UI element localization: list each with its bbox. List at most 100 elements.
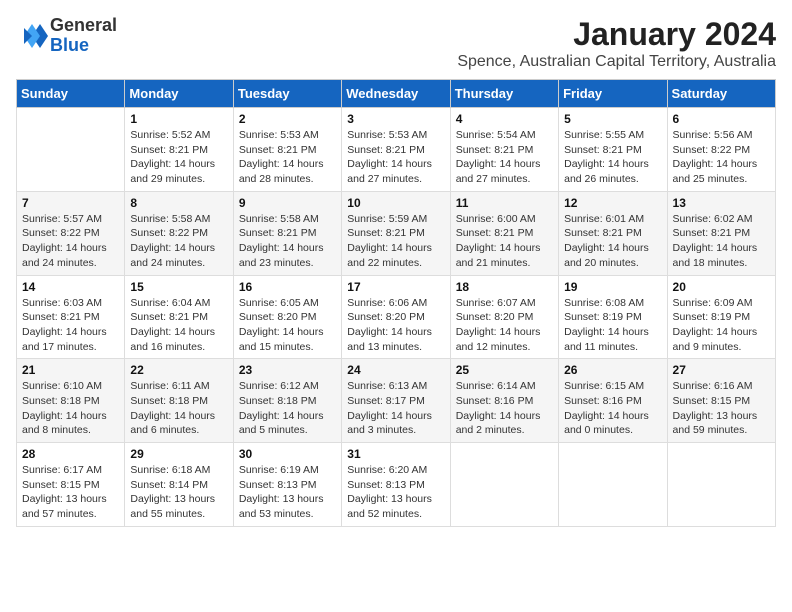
header-saturday: Saturday [667, 80, 775, 108]
day-number: 26 [564, 363, 661, 377]
logo-blue: Blue [50, 36, 117, 56]
day-info: Sunrise: 6:09 AMSunset: 8:19 PMDaylight:… [673, 296, 770, 355]
day-number: 30 [239, 447, 336, 461]
calendar-cell: 29 Sunrise: 6:18 AMSunset: 8:14 PMDayligh… [125, 443, 233, 527]
logo: General Blue [16, 16, 117, 56]
calendar-week-2: 7 Sunrise: 5:57 AMSunset: 8:22 PMDaylight… [17, 191, 776, 275]
calendar-cell: 13Sunrise: 6:02 AMSunset: 8:21 PMDayligh… [667, 191, 775, 275]
header-friday: Friday [559, 80, 667, 108]
calendar-cell: 7 Sunrise: 5:57 AMSunset: 8:22 PMDaylight… [17, 191, 125, 275]
calendar-cell: 11Sunrise: 6:00 AMSunset: 8:21 PMDayligh… [450, 191, 558, 275]
calendar-cell: 23Sunrise: 6:12 AMSunset: 8:18 PMDayligh… [233, 359, 341, 443]
calendar-header-row: SundayMondayTuesdayWednesdayThursdayFrid… [17, 80, 776, 108]
day-info: Sunrise: 5:53 AMSunset: 8:21 PMDaylight:… [239, 128, 336, 187]
calendar-cell: 18 Sunrise: 6:07 AMSunset: 8:20 PMDayligh… [450, 275, 558, 359]
day-info: Sunrise: 6:10 AMSunset: 8:18 PMDaylight:… [22, 379, 119, 438]
day-number: 23 [239, 363, 336, 377]
calendar-cell: 6Sunrise: 5:56 AMSunset: 8:22 PMDaylight… [667, 108, 775, 192]
calendar-cell: 27Sunrise: 6:16 AMSunset: 8:15 PMDayligh… [667, 359, 775, 443]
calendar-cell: 15 Sunrise: 6:04 AMSunset: 8:21 PMDayligh… [125, 275, 233, 359]
calendar-week-5: 28 Sunrise: 6:17 AMSunset: 8:15 PMDayligh… [17, 443, 776, 527]
day-info: Sunrise: 5:54 AMSunset: 8:21 PMDaylight:… [456, 128, 553, 187]
logo-general: General [50, 16, 117, 36]
day-number: 5 [564, 112, 661, 126]
day-number: 14 [22, 280, 119, 294]
day-number: 27 [673, 363, 770, 377]
day-number: 25 [456, 363, 553, 377]
day-number: 10 [347, 196, 444, 210]
day-number: 7 [22, 196, 119, 210]
day-number: 8 [130, 196, 227, 210]
day-number: 17 [347, 280, 444, 294]
day-number: 9 [239, 196, 336, 210]
day-info: Sunrise: 5:58 AMSunset: 8:21 PMDaylight:… [239, 212, 336, 271]
day-info: Sunrise: 6:11 AMSunset: 8:18 PMDaylight:… [130, 379, 227, 438]
header-tuesday: Tuesday [233, 80, 341, 108]
calendar-week-3: 14 Sunrise: 6:03 AMSunset: 8:21 PMDayligh… [17, 275, 776, 359]
day-number: 29 [130, 447, 227, 461]
day-info: Sunrise: 5:59 AMSunset: 8:21 PMDaylight:… [347, 212, 444, 271]
day-number: 1 [130, 112, 227, 126]
day-number: 12 [564, 196, 661, 210]
calendar-cell: 14 Sunrise: 6:03 AMSunset: 8:21 PMDayligh… [17, 275, 125, 359]
day-info: Sunrise: 5:53 AMSunset: 8:21 PMDaylight:… [347, 128, 444, 187]
header-wednesday: Wednesday [342, 80, 450, 108]
calendar-cell [450, 443, 558, 527]
calendar-week-4: 21 Sunrise: 6:10 AMSunset: 8:18 PMDayligh… [17, 359, 776, 443]
calendar-cell: 24 Sunrise: 6:13 AMSunset: 8:17 PMDayligh… [342, 359, 450, 443]
day-info: Sunrise: 6:08 AMSunset: 8:19 PMDaylight:… [564, 296, 661, 355]
logo-icon [16, 20, 48, 52]
day-info: Sunrise: 6:15 AMSunset: 8:16 PMDaylight:… [564, 379, 661, 438]
day-info: Sunrise: 6:13 AMSunset: 8:17 PMDaylight:… [347, 379, 444, 438]
day-info: Sunrise: 6:18 AMSunset: 8:14 PMDaylight:… [130, 463, 227, 522]
calendar-cell: 10 Sunrise: 5:59 AMSunset: 8:21 PMDayligh… [342, 191, 450, 275]
day-info: Sunrise: 6:17 AMSunset: 8:15 PMDaylight:… [22, 463, 119, 522]
location-title: Spence, Australian Capital Territory, Au… [457, 53, 776, 71]
day-number: 20 [673, 280, 770, 294]
calendar-cell: 3 Sunrise: 5:53 AMSunset: 8:21 PMDaylight… [342, 108, 450, 192]
day-info: Sunrise: 6:20 AMSunset: 8:13 PMDaylight:… [347, 463, 444, 522]
month-title: January 2024 [457, 16, 776, 53]
calendar-cell: 17 Sunrise: 6:06 AMSunset: 8:20 PMDayligh… [342, 275, 450, 359]
calendar-cell [559, 443, 667, 527]
day-info: Sunrise: 6:19 AMSunset: 8:13 PMDaylight:… [239, 463, 336, 522]
day-info: Sunrise: 5:55 AMSunset: 8:21 PMDaylight:… [564, 128, 661, 187]
day-number: 19 [564, 280, 661, 294]
calendar-cell [667, 443, 775, 527]
calendar-cell: 26 Sunrise: 6:15 AMSunset: 8:16 PMDayligh… [559, 359, 667, 443]
title-area: January 2024 Spence, Australian Capital … [457, 16, 776, 71]
calendar-cell: 8 Sunrise: 5:58 AMSunset: 8:22 PMDaylight… [125, 191, 233, 275]
calendar-cell: 4Sunrise: 5:54 AMSunset: 8:21 PMDaylight… [450, 108, 558, 192]
day-number: 31 [347, 447, 444, 461]
calendar-cell: 20 Sunrise: 6:09 AMSunset: 8:19 PMDayligh… [667, 275, 775, 359]
day-number: 21 [22, 363, 119, 377]
day-number: 15 [130, 280, 227, 294]
header-monday: Monday [125, 80, 233, 108]
day-number: 24 [347, 363, 444, 377]
calendar-cell [17, 108, 125, 192]
calendar-cell: 21 Sunrise: 6:10 AMSunset: 8:18 PMDayligh… [17, 359, 125, 443]
day-info: Sunrise: 6:04 AMSunset: 8:21 PMDaylight:… [130, 296, 227, 355]
day-number: 18 [456, 280, 553, 294]
day-info: Sunrise: 6:01 AMSunset: 8:21 PMDaylight:… [564, 212, 661, 271]
calendar-cell: 25Sunrise: 6:14 AMSunset: 8:16 PMDayligh… [450, 359, 558, 443]
calendar-cell: 30 Sunrise: 6:19 AMSunset: 8:13 PMDayligh… [233, 443, 341, 527]
calendar-cell: 16Sunrise: 6:05 AMSunset: 8:20 PMDayligh… [233, 275, 341, 359]
day-info: Sunrise: 5:57 AMSunset: 8:22 PMDaylight:… [22, 212, 119, 271]
header-thursday: Thursday [450, 80, 558, 108]
calendar-cell: 9 Sunrise: 5:58 AMSunset: 8:21 PMDaylight… [233, 191, 341, 275]
calendar: SundayMondayTuesdayWednesdayThursdayFrid… [16, 79, 776, 527]
header: General Blue January 2024 Spence, Austra… [16, 16, 776, 71]
day-info: Sunrise: 6:06 AMSunset: 8:20 PMDaylight:… [347, 296, 444, 355]
day-info: Sunrise: 6:05 AMSunset: 8:20 PMDaylight:… [239, 296, 336, 355]
day-info: Sunrise: 6:03 AMSunset: 8:21 PMDaylight:… [22, 296, 119, 355]
calendar-cell: 22Sunrise: 6:11 AMSunset: 8:18 PMDayligh… [125, 359, 233, 443]
calendar-week-1: 1Sunrise: 5:52 AMSunset: 8:21 PMDaylight… [17, 108, 776, 192]
calendar-cell: 28 Sunrise: 6:17 AMSunset: 8:15 PMDayligh… [17, 443, 125, 527]
day-number: 6 [673, 112, 770, 126]
day-number: 3 [347, 112, 444, 126]
day-info: Sunrise: 5:58 AMSunset: 8:22 PMDaylight:… [130, 212, 227, 271]
day-info: Sunrise: 6:07 AMSunset: 8:20 PMDaylight:… [456, 296, 553, 355]
day-number: 2 [239, 112, 336, 126]
day-number: 28 [22, 447, 119, 461]
